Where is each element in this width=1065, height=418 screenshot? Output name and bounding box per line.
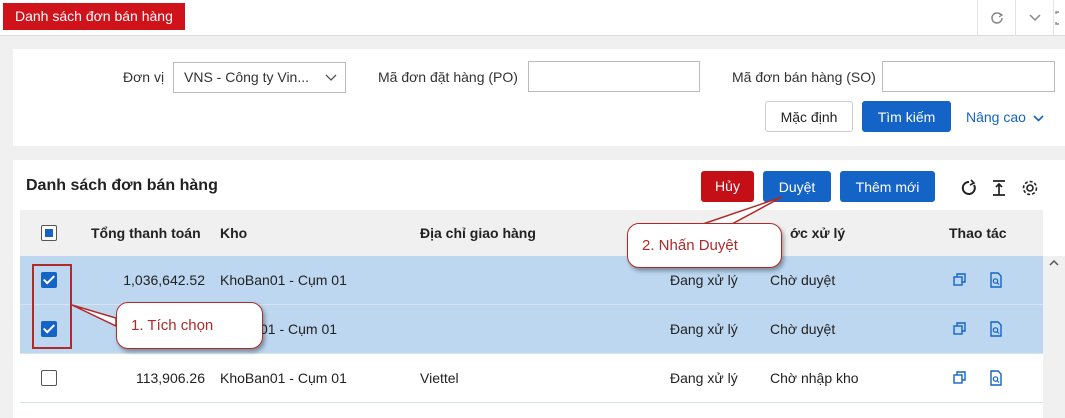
callout-select-rows: 1. Tích chọn — [116, 302, 263, 349]
annotation-arrows — [71, 196, 783, 328]
callout-2-pointer — [699, 196, 783, 226]
callout-1-pointer — [71, 304, 117, 328]
callout-click-approve: 2. Nhấn Duyệt — [627, 223, 782, 268]
